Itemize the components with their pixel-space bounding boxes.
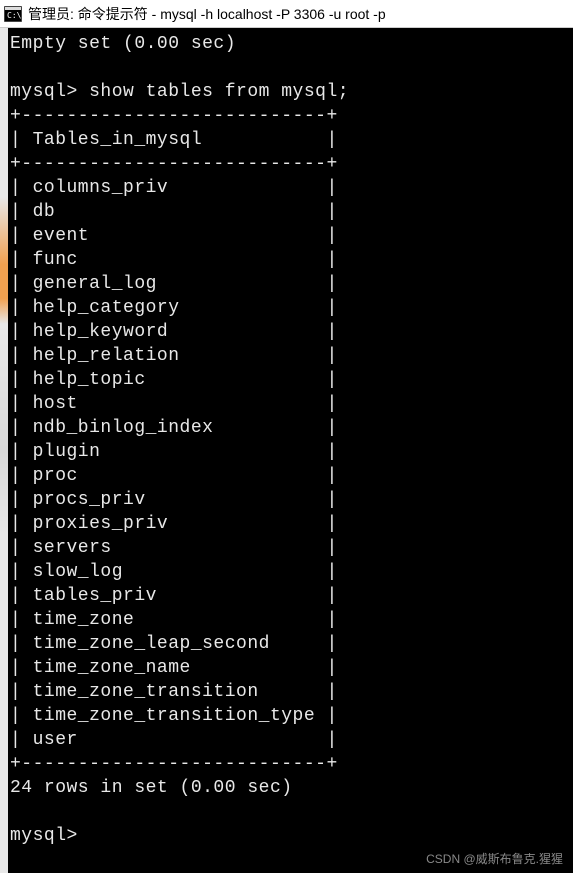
table-row: | ndb_binlog_index | (8, 416, 573, 440)
table-row: | user | (8, 728, 573, 752)
table-row: | proxies_priv | (8, 512, 573, 536)
table-row: | time_zone_transition_type | (8, 704, 573, 728)
table-border-top: +---------------------------+ (8, 104, 573, 128)
table-row: | servers | (8, 536, 573, 560)
table-row: | plugin | (8, 440, 573, 464)
left-background-strip (0, 28, 8, 873)
output-empty-set: Empty set (0.00 sec) (8, 32, 573, 56)
table-row: | func | (8, 248, 573, 272)
prompt-line: mysql> (8, 824, 573, 848)
table-row: | tables_priv | (8, 584, 573, 608)
svg-text:C:\: C:\ (7, 11, 22, 20)
table-row: | time_zone | (8, 608, 573, 632)
table-row: | event | (8, 224, 573, 248)
table-row: | time_zone_leap_second | (8, 632, 573, 656)
table-row: | columns_priv | (8, 176, 573, 200)
table-header: | Tables_in_mysql | (8, 128, 573, 152)
cmd-icon: C:\ (4, 6, 22, 22)
watermark-text: CSDN @威斯布鲁克.猩猩 (426, 850, 563, 867)
table-row: | help_topic | (8, 368, 573, 392)
table-row: | general_log | (8, 272, 573, 296)
table-rows: | columns_priv || db || event || func ||… (8, 176, 573, 752)
command-line: mysql> show tables from mysql; (8, 80, 573, 104)
table-row: | host | (8, 392, 573, 416)
table-row: | help_category | (8, 296, 573, 320)
terminal-area[interactable]: Empty set (0.00 sec) mysql> show tables … (8, 28, 573, 873)
window-titlebar: C:\ 管理员: 命令提示符 - mysql -h localhost -P 3… (0, 0, 573, 28)
table-row: | time_zone_name | (8, 656, 573, 680)
blank-line (8, 800, 573, 824)
table-border-bottom: +---------------------------+ (8, 752, 573, 776)
table-row: | procs_priv | (8, 488, 573, 512)
table-border-mid: +---------------------------+ (8, 152, 573, 176)
table-row: | db | (8, 200, 573, 224)
table-row: | proc | (8, 464, 573, 488)
table-row: | help_relation | (8, 344, 573, 368)
table-row: | time_zone_transition | (8, 680, 573, 704)
table-row: | slow_log | (8, 560, 573, 584)
window-title: 管理员: 命令提示符 - mysql -h localhost -P 3306 … (28, 4, 386, 24)
table-row: | help_keyword | (8, 320, 573, 344)
result-summary: 24 rows in set (0.00 sec) (8, 776, 573, 800)
blank-line (8, 56, 573, 80)
